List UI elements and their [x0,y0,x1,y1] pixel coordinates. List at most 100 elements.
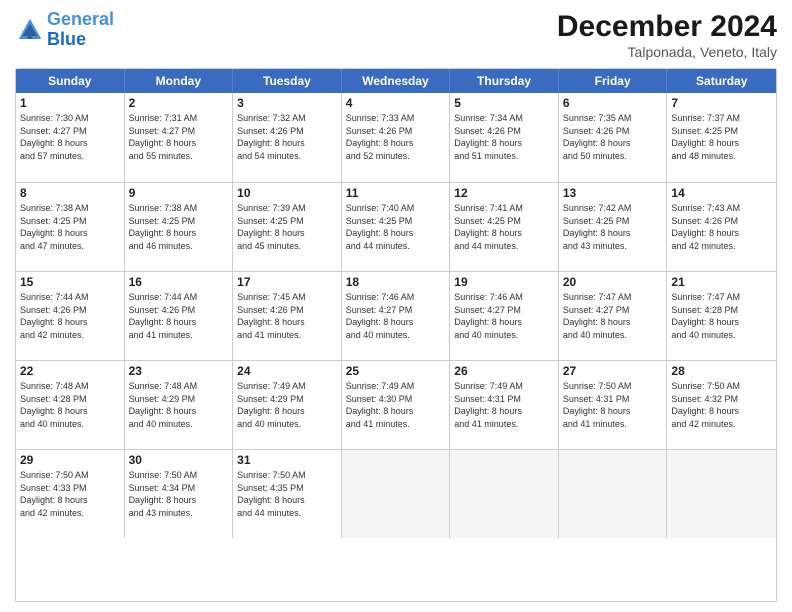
header: General Blue December 2024 Talponada, Ve… [15,10,777,60]
cell-info-line: Sunset: 4:25 PM [129,215,229,228]
day-number: 28 [671,364,772,378]
cell-info-line: Daylight: 8 hours [20,227,120,240]
day-number: 8 [20,186,120,200]
cell-info-line: Daylight: 8 hours [671,316,772,329]
cell-info-line: Daylight: 8 hours [129,494,229,507]
cell-info-line: Sunrise: 7:50 AM [129,469,229,482]
day-cell-12: 12Sunrise: 7:41 AMSunset: 4:25 PMDayligh… [450,183,559,271]
cell-info-line: Daylight: 8 hours [237,494,337,507]
cell-info-line: Daylight: 8 hours [563,316,663,329]
day-cell-25: 25Sunrise: 7:49 AMSunset: 4:30 PMDayligh… [342,361,451,449]
day-cell-5: 5Sunrise: 7:34 AMSunset: 4:26 PMDaylight… [450,93,559,182]
empty-cell [342,450,451,538]
calendar-body: 1Sunrise: 7:30 AMSunset: 4:27 PMDaylight… [16,93,776,538]
day-number: 18 [346,275,446,289]
location-subtitle: Talponada, Veneto, Italy [557,44,777,60]
cell-info-line: and 51 minutes. [454,150,554,163]
header-day-tuesday: Tuesday [233,69,342,93]
cell-info-line: Sunset: 4:25 PM [346,215,446,228]
cell-info-line: Daylight: 8 hours [346,227,446,240]
day-number: 27 [563,364,663,378]
cell-info-line: Sunset: 4:32 PM [671,393,772,406]
cell-info-line: Sunset: 4:26 PM [563,125,663,138]
cell-info-line: Sunrise: 7:30 AM [20,112,120,125]
day-cell-20: 20Sunrise: 7:47 AMSunset: 4:27 PMDayligh… [559,272,668,360]
header-day-thursday: Thursday [450,69,559,93]
cell-info-line: Sunrise: 7:33 AM [346,112,446,125]
cell-info-line: Sunset: 4:26 PM [237,125,337,138]
day-cell-30: 30Sunrise: 7:50 AMSunset: 4:34 PMDayligh… [125,450,234,538]
cell-info-line: Sunset: 4:26 PM [129,304,229,317]
cell-info-line: Daylight: 8 hours [20,405,120,418]
cell-info-line: and 55 minutes. [129,150,229,163]
day-number: 29 [20,453,120,467]
day-number: 21 [671,275,772,289]
cell-info-line: Sunrise: 7:46 AM [454,291,554,304]
calendar: SundayMondayTuesdayWednesdayThursdayFrid… [15,68,777,602]
cell-info-line: Sunset: 4:27 PM [129,125,229,138]
cell-info-line: Sunrise: 7:31 AM [129,112,229,125]
cell-info-line: Sunrise: 7:43 AM [671,202,772,215]
day-number: 25 [346,364,446,378]
day-number: 13 [563,186,663,200]
cell-info-line: Sunrise: 7:50 AM [563,380,663,393]
cell-info-line: Sunset: 4:31 PM [454,393,554,406]
cell-info-line: Sunset: 4:25 PM [671,125,772,138]
cell-info-line: Daylight: 8 hours [671,405,772,418]
cell-info-line: Daylight: 8 hours [346,405,446,418]
day-cell-22: 22Sunrise: 7:48 AMSunset: 4:28 PMDayligh… [16,361,125,449]
cell-info-line: Sunrise: 7:32 AM [237,112,337,125]
day-number: 22 [20,364,120,378]
cell-info-line: Sunrise: 7:47 AM [671,291,772,304]
day-cell-23: 23Sunrise: 7:48 AMSunset: 4:29 PMDayligh… [125,361,234,449]
cell-info-line: Sunrise: 7:49 AM [237,380,337,393]
cell-info-line: Daylight: 8 hours [20,316,120,329]
cell-info-line: Daylight: 8 hours [20,137,120,150]
cell-info-line: Sunset: 4:27 PM [563,304,663,317]
day-number: 20 [563,275,663,289]
cell-info-line: Sunset: 4:33 PM [20,482,120,495]
day-number: 23 [129,364,229,378]
cell-info-line: Daylight: 8 hours [237,137,337,150]
day-cell-16: 16Sunrise: 7:44 AMSunset: 4:26 PMDayligh… [125,272,234,360]
day-number: 26 [454,364,554,378]
page: General Blue December 2024 Talponada, Ve… [0,0,792,612]
cell-info-line: Daylight: 8 hours [20,494,120,507]
cell-info-line: Sunrise: 7:48 AM [20,380,120,393]
day-number: 1 [20,96,120,110]
day-cell-7: 7Sunrise: 7:37 AMSunset: 4:25 PMDaylight… [667,93,776,182]
calendar-row-1: 1Sunrise: 7:30 AMSunset: 4:27 PMDaylight… [16,93,776,182]
cell-info-line: Sunrise: 7:38 AM [129,202,229,215]
cell-info-line: Sunset: 4:25 PM [454,215,554,228]
cell-info-line: Sunrise: 7:40 AM [346,202,446,215]
cell-info-line: Sunset: 4:25 PM [563,215,663,228]
cell-info-line: and 42 minutes. [671,240,772,253]
day-cell-31: 31Sunrise: 7:50 AMSunset: 4:35 PMDayligh… [233,450,342,538]
day-number: 11 [346,186,446,200]
day-number: 7 [671,96,772,110]
day-cell-8: 8Sunrise: 7:38 AMSunset: 4:25 PMDaylight… [16,183,125,271]
day-number: 2 [129,96,229,110]
cell-info-line: and 41 minutes. [563,418,663,431]
cell-info-line: Sunrise: 7:35 AM [563,112,663,125]
cell-info-line: Daylight: 8 hours [129,227,229,240]
cell-info-line: Sunset: 4:29 PM [129,393,229,406]
cell-info-line: and 40 minutes. [563,329,663,342]
cell-info-line: Sunrise: 7:50 AM [671,380,772,393]
cell-info-line: Sunset: 4:27 PM [20,125,120,138]
cell-info-line: and 40 minutes. [346,329,446,342]
logo-text: General Blue [47,10,114,50]
cell-info-line: Daylight: 8 hours [454,405,554,418]
header-day-sunday: Sunday [16,69,125,93]
day-cell-19: 19Sunrise: 7:46 AMSunset: 4:27 PMDayligh… [450,272,559,360]
day-number: 24 [237,364,337,378]
cell-info-line: Sunset: 4:27 PM [346,304,446,317]
cell-info-line: Daylight: 8 hours [346,316,446,329]
day-cell-1: 1 Sunrise: 7:30 AMSunset: 4:27 PMDaylight… [16,93,125,182]
empty-cell [450,450,559,538]
header-day-wednesday: Wednesday [342,69,451,93]
day-cell-3: 3Sunrise: 7:32 AMSunset: 4:26 PMDaylight… [233,93,342,182]
cell-info-line: Daylight: 8 hours [563,405,663,418]
day-cell-6: 6Sunrise: 7:35 AMSunset: 4:26 PMDaylight… [559,93,668,182]
cell-info-line: and 42 minutes. [20,329,120,342]
